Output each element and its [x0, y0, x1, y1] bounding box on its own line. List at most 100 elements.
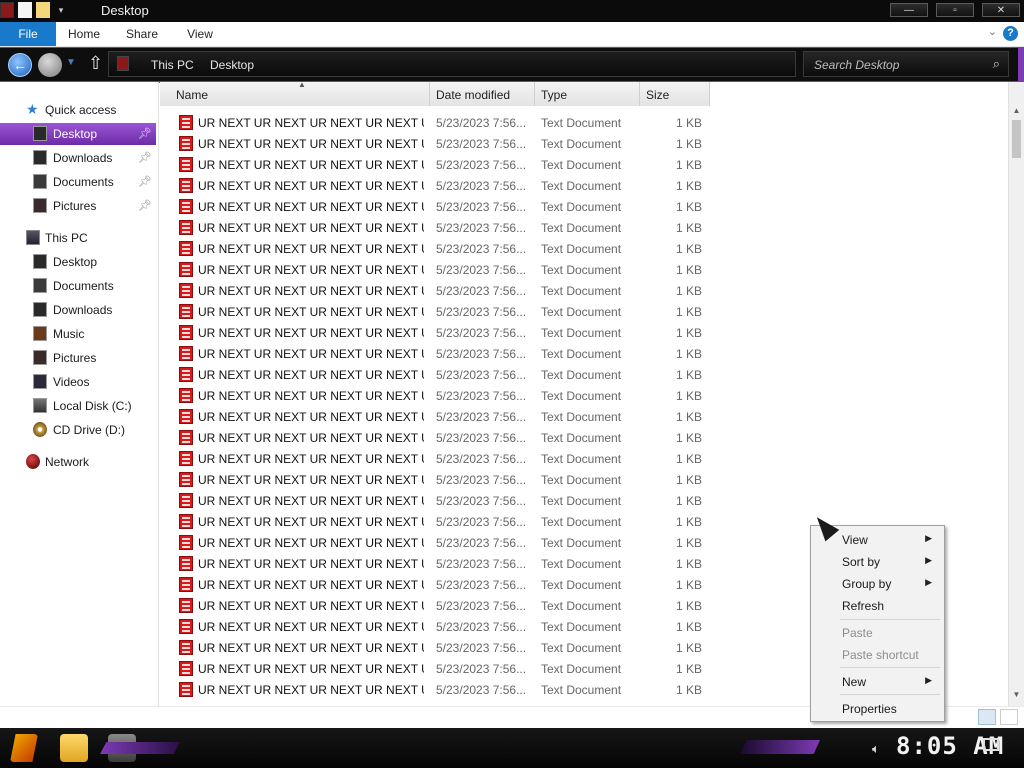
file-row[interactable]: UR NEXT UR NEXT UR NEXT UR NEXT UR NEXT … [160, 553, 720, 574]
sidebar-item-network[interactable]: Network [0, 451, 156, 473]
tab-share[interactable]: Share [114, 22, 170, 46]
menu-item-sort-by[interactable]: Sort by ▶ [811, 550, 942, 572]
column-date-modified[interactable]: Date modified [430, 82, 535, 106]
volume-icon[interactable]: 🔈︎ [872, 741, 880, 757]
sidebar-item-cd-drive[interactable]: CD Drive (D:) [0, 419, 156, 441]
sidebar-item-videos[interactable]: Videos [0, 371, 156, 393]
sidebar-item-music[interactable]: Music [0, 323, 156, 345]
help-icon[interactable]: ? [1003, 26, 1018, 41]
recent-locations-icon[interactable]: ▼ [66, 57, 76, 68]
file-row[interactable]: UR NEXT UR NEXT UR NEXT UR NEXT UR NEXT … [160, 574, 720, 595]
file-row[interactable]: UR NEXT UR NEXT UR NEXT UR NEXT UR NEXT … [160, 595, 720, 616]
file-row[interactable]: UR NEXT UR NEXT UR NEXT UR NEXT UR NEXT … [160, 616, 720, 637]
file-row[interactable]: UR NEXT UR NEXT UR NEXT UR NEXT UR NEXT … [160, 154, 720, 175]
sidebar-item-pc-downloads[interactable]: Downloads [0, 299, 156, 321]
file-row[interactable]: UR NEXT UR NEXT UR NEXT UR NEXT UR NEXT … [160, 301, 720, 322]
close-button[interactable]: ✕ [982, 3, 1020, 17]
minimize-button[interactable]: — [890, 3, 928, 17]
tab-view[interactable]: View [172, 22, 228, 46]
menu-item-refresh[interactable]: Refresh [811, 594, 942, 616]
file-row[interactable]: UR NEXT UR NEXT UR NEXT UR NEXT UR NEXT … [160, 658, 720, 679]
tab-home[interactable]: Home [56, 22, 112, 46]
file-row[interactable]: UR NEXT UR NEXT UR NEXT UR NEXT UR NEXT … [160, 364, 720, 385]
file-name: UR NEXT UR NEXT UR NEXT UR NEXT UR NEXT … [198, 578, 424, 592]
start-button[interactable] [10, 734, 38, 762]
pin-icon[interactable]: 📌︎ [138, 175, 152, 188]
sidebar-item-pc-desktop[interactable]: Desktop [0, 251, 156, 273]
file-row[interactable]: UR NEXT UR NEXT UR NEXT UR NEXT UR NEXT … [160, 406, 720, 427]
forward-icon[interactable] [38, 53, 62, 77]
file-explorer-taskbar-icon[interactable] [60, 734, 88, 762]
submenu-arrow-icon: ▶ [925, 555, 932, 565]
pin-icon[interactable]: 📌︎ [138, 151, 152, 164]
large-icons-view-icon[interactable] [1000, 709, 1018, 725]
new-folder-icon[interactable] [36, 2, 50, 18]
search-input[interactable] [812, 56, 986, 74]
app-icon[interactable] [0, 2, 14, 18]
sidebar-item-downloads[interactable]: Downloads 📌︎ [0, 147, 156, 169]
notification-icon[interactable] [983, 738, 999, 751]
file-row[interactable]: UR NEXT UR NEXT UR NEXT UR NEXT UR NEXT … [160, 238, 720, 259]
file-row[interactable]: UR NEXT UR NEXT UR NEXT UR NEXT UR NEXT … [160, 637, 720, 658]
column-size[interactable]: Size [640, 82, 710, 106]
file-date-modified: 5/23/2023 7:56... [436, 284, 527, 298]
menu-item-new[interactable]: New ▶ [811, 670, 942, 692]
file-row[interactable]: UR NEXT UR NEXT UR NEXT UR NEXT UR NEXT … [160, 448, 720, 469]
file-row[interactable]: UR NEXT UR NEXT UR NEXT UR NEXT UR NEXT … [160, 196, 720, 217]
file-row[interactable]: UR NEXT UR NEXT UR NEXT UR NEXT UR NEXT … [160, 112, 720, 133]
menu-item-properties[interactable]: Properties [811, 697, 942, 719]
sidebar-item-pc-pictures[interactable]: Pictures [0, 347, 156, 369]
search-box[interactable]: ⌕ [803, 51, 1009, 77]
maximize-button[interactable]: ▫ [936, 3, 974, 17]
sidebar-item-documents[interactable]: Documents 📌︎ [0, 171, 156, 193]
expand-ribbon-icon[interactable]: ⌄ [988, 25, 997, 38]
file-row[interactable]: UR NEXT UR NEXT UR NEXT UR NEXT UR NEXT … [160, 511, 720, 532]
scrollbar-thumb[interactable] [1012, 120, 1021, 158]
file-row[interactable]: UR NEXT UR NEXT UR NEXT UR NEXT UR NEXT … [160, 322, 720, 343]
menu-item-paste[interactable]: Paste [811, 621, 942, 643]
file-row[interactable]: UR NEXT UR NEXT UR NEXT UR NEXT UR NEXT … [160, 343, 720, 364]
vertical-scrollbar[interactable]: ▲ ▼ [1008, 82, 1024, 706]
pin-icon[interactable]: 📌︎ [138, 199, 152, 212]
file-date-modified: 5/23/2023 7:56... [436, 389, 527, 403]
sidebar-item-local-disk[interactable]: Local Disk (C:) [0, 395, 156, 417]
file-row[interactable]: UR NEXT UR NEXT UR NEXT UR NEXT UR NEXT … [160, 490, 720, 511]
file-row[interactable]: UR NEXT UR NEXT UR NEXT UR NEXT UR NEXT … [160, 133, 720, 154]
sidebar-item-quick-access[interactable]: ★ Quick access [0, 99, 156, 121]
file-row[interactable]: UR NEXT UR NEXT UR NEXT UR NEXT UR NEXT … [160, 259, 720, 280]
menu-item-group-by[interactable]: Group by ▶ [811, 572, 942, 594]
tab-file[interactable]: File [0, 22, 56, 46]
column-type[interactable]: Type [535, 82, 640, 106]
sidebar-item-desktop[interactable]: Desktop 📌︎ [0, 123, 156, 145]
scroll-up-icon[interactable]: ▲ [1011, 106, 1022, 118]
properties-icon[interactable] [18, 2, 32, 18]
sidebar-item-this-pc[interactable]: This PC [0, 227, 156, 249]
details-view-icon[interactable] [978, 709, 996, 725]
file-row[interactable]: UR NEXT UR NEXT UR NEXT UR NEXT UR NEXT … [160, 280, 720, 301]
file-row[interactable]: UR NEXT UR NEXT UR NEXT UR NEXT UR NEXT … [160, 679, 720, 700]
customize-toolbar-icon[interactable]: ▾ [54, 2, 68, 18]
menu-item-label: New [842, 675, 867, 689]
pane-divider[interactable] [158, 82, 159, 706]
breadcrumb-this-pc[interactable]: This PC [151, 58, 194, 72]
file-row[interactable]: UR NEXT UR NEXT UR NEXT UR NEXT UR NEXT … [160, 532, 720, 553]
address-bar[interactable]: This PC Desktop [108, 51, 796, 77]
sidebar-item-pictures[interactable]: Pictures 📌︎ [0, 195, 156, 217]
file-date-modified: 5/23/2023 7:56... [436, 662, 527, 676]
file-row[interactable]: UR NEXT UR NEXT UR NEXT UR NEXT UR NEXT … [160, 469, 720, 490]
file-row[interactable]: UR NEXT UR NEXT UR NEXT UR NEXT UR NEXT … [160, 175, 720, 196]
column-name[interactable]: ▲ Name [160, 80, 430, 106]
file-row[interactable]: UR NEXT UR NEXT UR NEXT UR NEXT UR NEXT … [160, 385, 720, 406]
search-icon[interactable]: ⌕ [993, 56, 1000, 72]
up-icon[interactable]: ⇧ [88, 53, 103, 74]
breadcrumb-desktop[interactable]: Desktop [210, 58, 254, 72]
file-row[interactable]: UR NEXT UR NEXT UR NEXT UR NEXT UR NEXT … [160, 427, 720, 448]
menu-separator [840, 694, 940, 695]
file-name: UR NEXT UR NEXT UR NEXT UR NEXT UR NEXT … [198, 221, 424, 235]
scroll-down-icon[interactable]: ▼ [1011, 690, 1022, 702]
back-icon[interactable]: ← [8, 53, 32, 77]
pin-icon[interactable]: 📌︎ [138, 127, 152, 140]
file-row[interactable]: UR NEXT UR NEXT UR NEXT UR NEXT UR NEXT … [160, 217, 720, 238]
menu-item-paste-shortcut[interactable]: Paste shortcut [811, 643, 942, 665]
sidebar-item-pc-documents[interactable]: Documents [0, 275, 156, 297]
